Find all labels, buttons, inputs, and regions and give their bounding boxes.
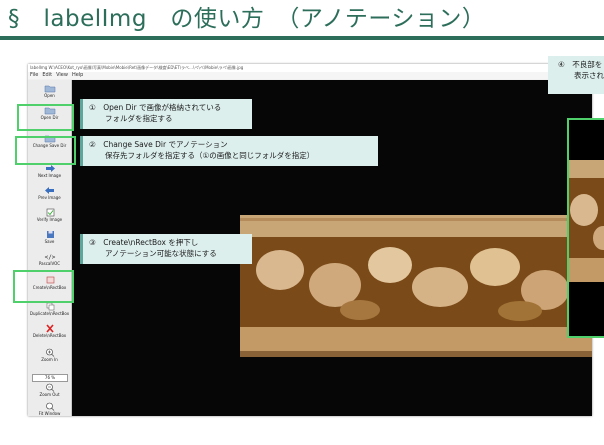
code-icon: </> bbox=[44, 254, 55, 261]
floppy-icon bbox=[46, 231, 54, 238]
folder-open-icon bbox=[44, 85, 55, 93]
prev-image-button[interactable]: Prev Image bbox=[29, 186, 70, 200]
delete-rectbox-button[interactable]: Delete\nRectBox bbox=[29, 324, 70, 338]
callout-step-1: ① Open Dir で画像が格納されている フォルダを指定する bbox=[80, 99, 252, 129]
zoom-value-field[interactable]: 76 % bbox=[32, 374, 68, 382]
title-rule bbox=[0, 36, 604, 40]
slide-title: § labelImg の使い方 （アノテーション） bbox=[8, 6, 486, 32]
svg-text:</>: </> bbox=[44, 254, 55, 261]
menu-view[interactable]: View bbox=[56, 72, 68, 79]
fit-window-icon bbox=[45, 402, 54, 411]
save-button[interactable]: Save bbox=[29, 230, 70, 244]
callout-step-3: ③ Create\nRectBox を押下し アノテーション可能な状態にする bbox=[80, 234, 252, 264]
wafer-crop-photo bbox=[569, 160, 604, 282]
menu-help[interactable]: Help bbox=[72, 72, 83, 79]
open-button[interactable]: Open bbox=[29, 84, 70, 98]
arrow-left-icon bbox=[44, 187, 54, 194]
menu-bar: File Edit View Help bbox=[28, 72, 592, 79]
checkbox-icon bbox=[46, 208, 54, 217]
highlight-open-dir bbox=[17, 104, 74, 131]
delete-icon bbox=[45, 324, 54, 333]
copy-icon bbox=[46, 302, 54, 311]
window-title: labelImg W:\ACEO\Kot_ryo\画像\写真\Mobie\Mob… bbox=[28, 64, 592, 72]
duplicate-rectbox-button[interactable]: Duplicate\nRectBox bbox=[29, 302, 70, 316]
callout-step-4: ④ 不良部を 表示され bbox=[548, 56, 604, 94]
next-image-button[interactable]: Next Image bbox=[29, 164, 70, 178]
zoom-in-button[interactable]: Zoom In bbox=[29, 348, 70, 362]
zoom-out-icon bbox=[45, 383, 54, 392]
fit-window-button[interactable]: Fit Window bbox=[29, 402, 70, 416]
pascalvoc-button[interactable]: </> PascalVOC bbox=[29, 252, 70, 266]
annotated-image-crop bbox=[567, 118, 604, 338]
zoom-in-icon bbox=[45, 348, 54, 357]
zoom-out-button[interactable]: Zoom Out bbox=[29, 383, 70, 397]
callout-step-2: ② Change Save Dir でアノテーション 保存先フォルダを指定する（… bbox=[80, 136, 378, 166]
highlight-change-save-dir bbox=[15, 136, 76, 165]
wafer-photo bbox=[240, 215, 592, 357]
highlight-create-rectbox bbox=[13, 270, 74, 303]
menu-file[interactable]: File bbox=[30, 72, 38, 79]
verify-image-button[interactable]: Verify Image bbox=[29, 208, 70, 222]
arrow-right-icon bbox=[45, 165, 55, 172]
menu-edit[interactable]: Edit bbox=[42, 72, 52, 79]
